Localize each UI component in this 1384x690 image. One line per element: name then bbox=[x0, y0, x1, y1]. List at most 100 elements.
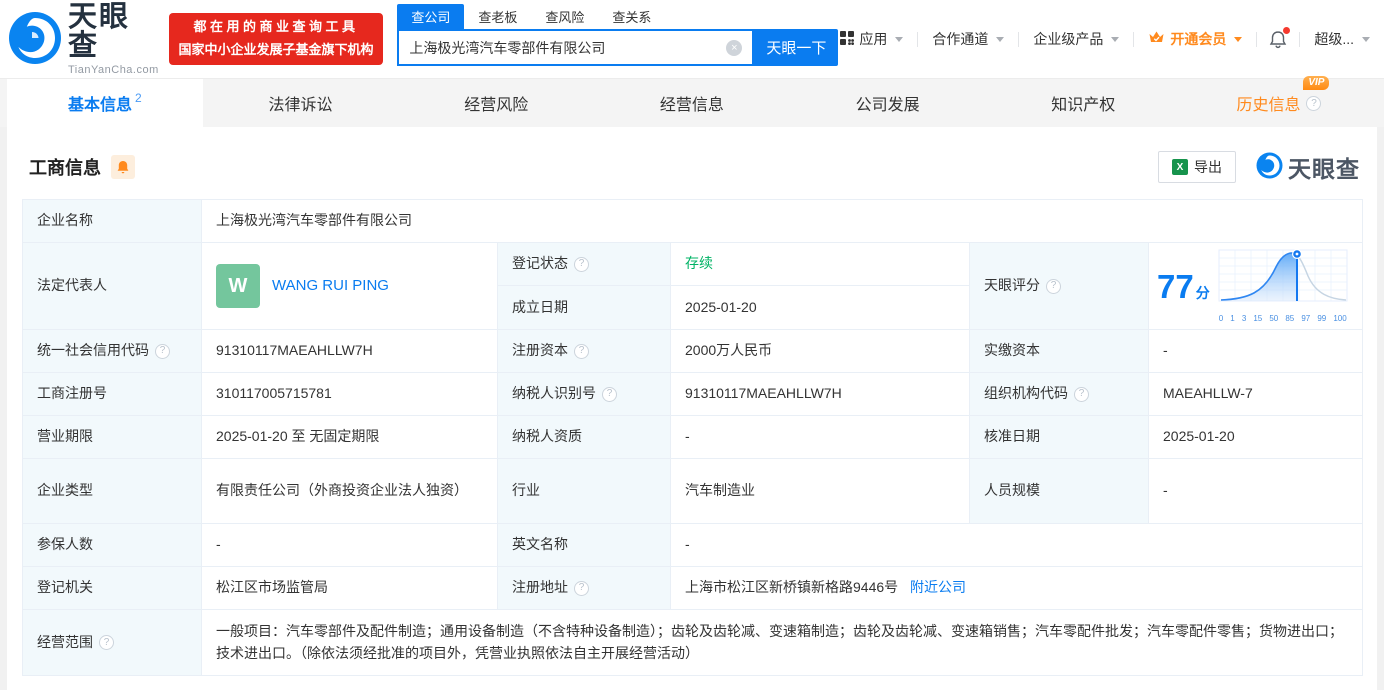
business-term-label: 营业期限 bbox=[22, 415, 202, 460]
company-name-value: 上海极光湾汽车零部件有限公司 bbox=[201, 199, 1363, 243]
chevron-down-icon bbox=[895, 36, 904, 42]
nav-cooperation[interactable]: 合作通道 bbox=[930, 29, 1006, 49]
notification-bell[interactable] bbox=[1269, 26, 1291, 49]
legal-rep-link[interactable]: WANG RUI PING bbox=[272, 274, 389, 297]
company-type-label: 企业类型 bbox=[22, 458, 202, 525]
nav-enterprise-products[interactable]: 企业级产品 bbox=[1031, 29, 1121, 49]
search-tab-company[interactable]: 查公司 bbox=[397, 4, 465, 29]
logo-domain: TianYanCha.com bbox=[68, 63, 159, 76]
section-header: 工商信息 X 导出 天眼查 bbox=[22, 127, 1362, 199]
legal-rep-avatar[interactable]: W bbox=[216, 264, 260, 309]
help-icon[interactable]: ? bbox=[574, 256, 589, 272]
subscribe-bell-icon[interactable] bbox=[111, 155, 135, 179]
table-row: 统一社会信用代码? 91310117MAEAHLLW7H 注册资本? 2000万… bbox=[22, 329, 1363, 374]
search-input[interactable]: 上海极光湾汽车零部件有限公司 × bbox=[397, 29, 755, 66]
legal-rep-label: 法定代表人 bbox=[22, 241, 202, 331]
score-distribution-chart: 01 3 15 50 85 97 99 100 bbox=[1218, 247, 1348, 325]
nav-divider bbox=[1018, 31, 1020, 47]
table-row: 登记机关 松江区市场监管局 注册地址? 上海市松江区新桥镇新格路9446号 附近… bbox=[22, 566, 1363, 611]
tab-company-development[interactable]: 公司发展 bbox=[790, 79, 986, 127]
tab-operating-risk[interactable]: 经营风险 bbox=[398, 79, 594, 127]
tab-basic-info-count: 2 bbox=[135, 91, 142, 105]
nav-divider bbox=[1133, 31, 1135, 47]
help-icon[interactable]: ? bbox=[99, 635, 114, 651]
nav-apps[interactable]: 应用 bbox=[838, 29, 905, 49]
help-icon[interactable]: ? bbox=[155, 343, 170, 359]
search-button[interactable]: 天眼一下 bbox=[754, 29, 839, 66]
reg-authority-label: 登记机关 bbox=[22, 566, 202, 611]
watermark-text: 天眼查 bbox=[1288, 156, 1360, 182]
table-row: 参保人数 - 英文名称 - bbox=[22, 523, 1363, 568]
tab-basic-info-label: 基本信息 bbox=[67, 97, 132, 114]
tab-history-info[interactable]: 历史信息 VIP ? bbox=[1181, 76, 1377, 127]
score-label: 天眼评分? bbox=[969, 241, 1149, 331]
excel-icon: X bbox=[1172, 159, 1188, 175]
tab-basic-info[interactable]: 基本信息 2 bbox=[7, 79, 203, 127]
search-type-tabs: 查公司 查老板 查风险 查关系 bbox=[397, 4, 838, 29]
tab-intellectual-property[interactable]: 知识产权 bbox=[985, 79, 1181, 127]
search-tab-risk[interactable]: 查风险 bbox=[531, 4, 598, 29]
help-icon[interactable]: ? bbox=[574, 580, 589, 596]
industry-label: 行业 bbox=[497, 458, 671, 525]
taxpayer-id-value: 91310117MAEAHLLW7H bbox=[670, 372, 970, 417]
score-value[interactable]: 77 分 bbox=[1157, 270, 1210, 303]
help-icon[interactable]: ? bbox=[602, 386, 617, 402]
help-icon[interactable]: ? bbox=[1046, 278, 1061, 294]
establish-date-label: 成立日期 bbox=[497, 285, 671, 331]
reg-address-value: 上海市松江区新桥镇新格路9446号 bbox=[685, 579, 899, 596]
establish-date-value: 2025-01-20 bbox=[670, 285, 970, 331]
search-area: 查公司 查老板 查风险 查关系 上海极光湾汽车零部件有限公司 × 天眼一下 bbox=[397, 4, 839, 66]
nav-cooperation-label: 合作通道 bbox=[932, 31, 989, 47]
reg-address-cell: 上海市松江区新桥镇新格路9446号 附近公司 bbox=[670, 566, 1363, 611]
insured-count-label: 参保人数 bbox=[22, 523, 202, 568]
help-icon[interactable]: ? bbox=[1074, 386, 1089, 402]
reg-address-label: 注册地址? bbox=[497, 566, 671, 611]
tianyancha-swirl-icon bbox=[8, 11, 62, 68]
business-scope-value: 一般项目：汽车零部件及配件制造；通用设备制造（不含特种设备制造）；齿轮及齿轮减、… bbox=[201, 609, 1363, 677]
help-icon[interactable]: ? bbox=[1306, 95, 1322, 111]
promo-banner-line2: 国家中小企业发展子基金旗下机构 bbox=[178, 42, 374, 57]
reg-capital-value: 2000万人民币 bbox=[670, 329, 970, 374]
nav-super-label: 超级... bbox=[1314, 31, 1354, 47]
nav-divider bbox=[1299, 31, 1301, 47]
score-cell: 77 分 0 1 3 15 50 85 97 99 100 bbox=[1148, 241, 1363, 331]
reg-status-label: 登记状态? bbox=[497, 241, 671, 287]
tianyancha-logo[interactable]: 天眼查 TianYanCha.com bbox=[8, 2, 159, 76]
industry-value: 汽车制造业 bbox=[670, 458, 970, 525]
taxpayer-quality-label: 纳税人资质 bbox=[497, 415, 671, 460]
clear-search-icon[interactable]: × bbox=[726, 39, 743, 56]
table-row: 营业期限 2025-01-20 至 无固定期限 纳税人资质 - 核准日期 202… bbox=[22, 415, 1363, 460]
english-name-label: 英文名称 bbox=[497, 523, 671, 568]
tianyancha-swirl-icon bbox=[1256, 152, 1283, 182]
table-row: 企业名称 上海极光湾汽车零部件有限公司 bbox=[22, 199, 1363, 243]
table-row: 企业类型 有限责任公司（外商投资企业法人独资） 行业 汽车制造业 人员规模 - bbox=[22, 458, 1363, 525]
export-button[interactable]: X 导出 bbox=[1158, 151, 1236, 183]
tab-legal-proceedings[interactable]: 法律诉讼 bbox=[203, 79, 399, 127]
table-row: 工商注册号 310117005715781 纳税人识别号? 91310117MA… bbox=[22, 372, 1363, 417]
reg-number-value: 310117005715781 bbox=[201, 372, 498, 417]
table-row: 法定代表人 W WANG RUI PING 登记状态? 存续 天眼评分? 77 分 bbox=[22, 241, 1363, 331]
chevron-down-icon bbox=[1234, 36, 1243, 42]
search-tab-boss[interactable]: 查老板 bbox=[464, 4, 531, 29]
nav-divider bbox=[917, 31, 919, 47]
help-icon[interactable]: ? bbox=[574, 343, 589, 359]
promo-banner: 都在用的商业查询工具 国家中小企业发展子基金旗下机构 bbox=[168, 13, 384, 65]
insured-count-value: - bbox=[201, 523, 498, 568]
crown-icon bbox=[1148, 30, 1165, 48]
approval-date-label: 核准日期 bbox=[969, 415, 1149, 460]
vip-badge: VIP bbox=[1303, 76, 1330, 90]
top-header: 天眼查 TianYanCha.com 都在用的商业查询工具 国家中小企业发展子基… bbox=[0, 0, 1384, 78]
english-name-value: - bbox=[670, 523, 1363, 568]
business-scope-label: 经营范围? bbox=[22, 609, 202, 677]
reg-number-label: 工商注册号 bbox=[22, 372, 202, 417]
search-input-value: 上海极光湾汽车零部件有限公司 bbox=[409, 39, 606, 56]
nav-open-vip[interactable]: 开通会员 bbox=[1146, 29, 1244, 49]
export-button-label: 导出 bbox=[1194, 159, 1222, 175]
search-tab-relation[interactable]: 查关系 bbox=[598, 4, 665, 29]
content-container: 工商信息 X 导出 天眼查 企业名称 上海极光湾汽车零部件有限公司 法定代表人 … bbox=[7, 127, 1377, 690]
nav-super-account[interactable]: 超级... bbox=[1312, 29, 1372, 49]
reg-authority-value: 松江区市场监管局 bbox=[201, 566, 498, 611]
section-title: 工商信息 bbox=[29, 158, 101, 178]
nearby-companies-link[interactable]: 附近公司 bbox=[910, 579, 966, 595]
tab-business-info[interactable]: 经营信息 bbox=[594, 79, 790, 127]
